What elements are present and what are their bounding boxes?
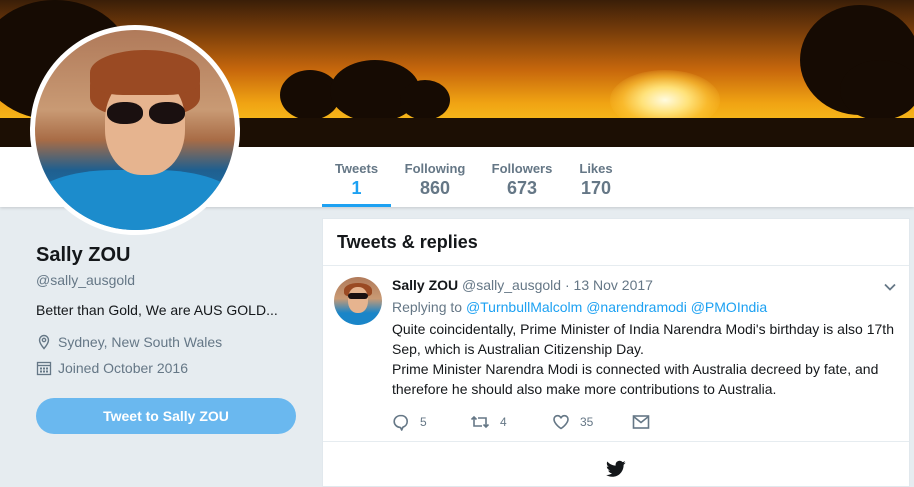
dm-icon	[632, 415, 650, 429]
profile-name[interactable]: Sally ZOU	[36, 244, 306, 267]
like-icon	[553, 414, 569, 430]
avatar-image	[35, 30, 235, 230]
tweet-separator: ·	[564, 277, 570, 293]
retweet-count: 4	[500, 415, 507, 429]
calendar-icon	[36, 361, 52, 376]
tweet-text-paragraph: Prime Minister Narendra Modi is connecte…	[392, 361, 879, 397]
profile-handle[interactable]: @sally_ausgold	[36, 272, 306, 288]
retweet-icon	[470, 415, 490, 429]
mention-link[interactable]: @TurnbullMalcolm	[466, 299, 582, 315]
tweet-header: Sally ZOU @sally_ausgold · 13 Nov 2017	[392, 277, 900, 293]
tweet-avatar-glasses	[348, 293, 368, 299]
profile-location-text: Sydney, New South Wales	[58, 334, 223, 350]
profile-location: Sydney, New South Wales	[36, 334, 306, 350]
profile-joined: Joined October 2016	[36, 360, 306, 376]
chevron-down-icon[interactable]	[883, 280, 897, 294]
tweet-date[interactable]: 13 Nov 2017	[574, 277, 653, 293]
avatar-hair-top	[90, 50, 200, 95]
tweet-author-handle[interactable]: @sally_ausgold	[462, 277, 561, 293]
nav-followers[interactable]: Followers 673	[488, 147, 556, 207]
retweet-button[interactable]: 4	[470, 413, 552, 431]
nav-tweets-count: 1	[351, 178, 362, 198]
mention-link[interactable]: @narendramodi	[586, 299, 687, 315]
tweet-actions: 5 4 35	[392, 413, 650, 431]
nav-following-label: Following	[404, 161, 466, 176]
nav-likes-count: 170	[580, 178, 612, 198]
nav-likes-label: Likes	[579, 161, 613, 176]
tweet-body: Sally ZOU @sally_ausgold · 13 Nov 2017 R…	[392, 277, 900, 399]
like-button[interactable]: 35	[552, 413, 632, 431]
tweet-text: Quite coincidentally, Prime Minister of …	[392, 319, 900, 399]
tweet-avatar[interactable]	[334, 277, 382, 325]
replying-prefix: Replying to	[392, 299, 463, 315]
nav-tweets[interactable]: Tweets 1	[322, 147, 391, 207]
avatar-glasses	[107, 102, 187, 124]
profile-bio: Better than Gold, We are AUS GOLD...	[36, 302, 278, 318]
tweet-avatar-face	[348, 287, 368, 313]
tweet[interactable]: Sally ZOU @sally_ausgold · 13 Nov 2017 R…	[323, 266, 909, 442]
tweet-text-paragraph: Quite coincidentally, Prime Minister of …	[392, 321, 894, 357]
nav-followers-label: Followers	[491, 161, 553, 176]
timeline-title: Tweets & replies	[337, 231, 478, 252]
twitter-bird-icon	[606, 460, 626, 477]
mention-link[interactable]: @PMOIndia	[691, 299, 767, 315]
dm-button[interactable]	[632, 414, 650, 430]
timeline: Tweets & replies Sally ZOU @sally_ausgol…	[322, 218, 910, 487]
reply-button[interactable]: 5	[392, 413, 470, 431]
reply-icon	[393, 414, 408, 431]
reply-count: 5	[420, 415, 427, 429]
nav-following[interactable]: Following 860	[400, 147, 470, 207]
profile-card: Sally ZOU @sally_ausgold Better than Gol…	[36, 244, 306, 376]
timeline-header: Tweets & replies	[323, 219, 909, 266]
tweet-author-name[interactable]: Sally ZOU	[392, 277, 458, 293]
location-icon	[38, 334, 50, 350]
nav-following-count: 860	[419, 178, 451, 198]
nav-tweets-label: Tweets	[334, 161, 379, 176]
profile-avatar[interactable]	[30, 25, 240, 235]
banner-tree	[840, 60, 914, 120]
tweet-replying-to: Replying to @TurnbullMalcolm @narendramo…	[392, 299, 900, 315]
tweet-to-button[interactable]: Tweet to Sally ZOU	[36, 398, 296, 434]
profile-joined-text: Joined October 2016	[58, 360, 188, 376]
nav-followers-count: 673	[506, 178, 538, 198]
avatar-shirt	[35, 170, 235, 230]
banner-tree	[400, 80, 450, 120]
nav-likes[interactable]: Likes 170	[574, 147, 618, 207]
like-count: 35	[580, 415, 594, 429]
